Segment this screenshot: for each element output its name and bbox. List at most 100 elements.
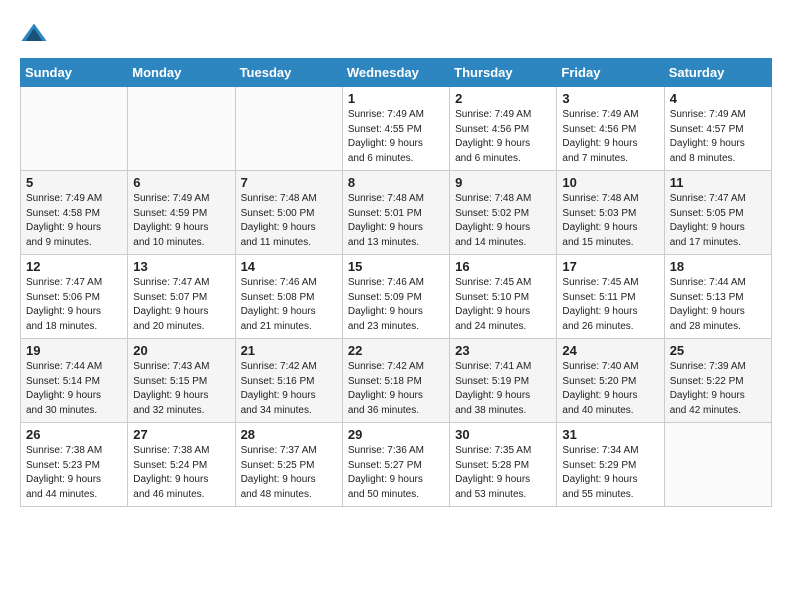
day-info: Sunrise: 7:37 AM Sunset: 5:25 PM Dayligh… [241, 444, 337, 502]
day-info: Sunrise: 7:47 AM Sunset: 5:06 PM Dayligh… [26, 276, 122, 334]
day-info: Sunrise: 7:46 AM Sunset: 5:08 PM Dayligh… [241, 276, 337, 334]
day-info: Sunrise: 7:49 AM Sunset: 4:56 PM Dayligh… [562, 108, 658, 166]
calendar-cell: 12Sunrise: 7:47 AM Sunset: 5:06 PM Dayli… [21, 255, 128, 339]
day-number: 7 [241, 175, 337, 190]
day-info: Sunrise: 7:48 AM Sunset: 5:02 PM Dayligh… [455, 192, 551, 250]
day-number: 17 [562, 259, 658, 274]
calendar-cell: 7 Sunrise: 7:48 AM Sunset: 5:00 PM Daylig… [235, 171, 342, 255]
day-info: Sunrise: 7:39 AM Sunset: 5:22 PM Dayligh… [670, 360, 766, 418]
weekday-header-wednesday: Wednesday [342, 59, 449, 87]
day-info: Sunrise: 7:48 AM Sunset: 5:00 PM Dayligh… [241, 192, 337, 250]
day-info: Sunrise: 7:48 AM Sunset: 5:03 PM Dayligh… [562, 192, 658, 250]
calendar-cell: 28 Sunrise: 7:37 AM Sunset: 5:25 PM Dayli… [235, 423, 342, 507]
day-info: Sunrise: 7:34 AM Sunset: 5:29 PM Dayligh… [562, 444, 658, 502]
calendar-cell: 26 Sunrise: 7:38 AM Sunset: 5:23 PM Dayli… [21, 423, 128, 507]
day-number: 28 [241, 427, 337, 442]
day-info: Sunrise: 7:40 AM Sunset: 5:20 PM Dayligh… [562, 360, 658, 418]
calendar-cell: 1 Sunrise: 7:49 AM Sunset: 4:55 PM Daylig… [342, 87, 449, 171]
day-number: 29 [348, 427, 444, 442]
day-number: 13 [133, 259, 229, 274]
weekday-header-sunday: Sunday [21, 59, 128, 87]
calendar-cell: 6 Sunrise: 7:49 AM Sunset: 4:59 PM Daylig… [128, 171, 235, 255]
day-number: 8 [348, 175, 444, 190]
logo-icon [20, 20, 48, 48]
calendar-cell: 18 Sunrise: 7:44 AM Sunset: 5:13 PM Dayli… [664, 255, 771, 339]
day-info: Sunrise: 7:49 AM Sunset: 4:58 PM Dayligh… [26, 192, 122, 250]
weekday-header-friday: Friday [557, 59, 664, 87]
day-number: 19 [26, 343, 122, 358]
calendar-cell: 24 Sunrise: 7:40 AM Sunset: 5:20 PM Dayli… [557, 339, 664, 423]
day-number: 6 [133, 175, 229, 190]
calendar-cell: 15 Sunrise: 7:46 AM Sunset: 5:09 PM Dayli… [342, 255, 449, 339]
day-info: Sunrise: 7:42 AM Sunset: 5:16 PM Dayligh… [241, 360, 337, 418]
calendar-cell: 19Sunrise: 7:44 AM Sunset: 5:14 PM Dayli… [21, 339, 128, 423]
logo [20, 20, 52, 48]
day-info: Sunrise: 7:48 AM Sunset: 5:01 PM Dayligh… [348, 192, 444, 250]
calendar-cell: 23Sunrise: 7:41 AM Sunset: 5:19 PM Dayli… [450, 339, 557, 423]
day-info: Sunrise: 7:47 AM Sunset: 5:05 PM Dayligh… [670, 192, 766, 250]
day-number: 21 [241, 343, 337, 358]
day-number: 15 [348, 259, 444, 274]
calendar-cell: 2 Sunrise: 7:49 AM Sunset: 4:56 PM Daylig… [450, 87, 557, 171]
weekday-header-saturday: Saturday [664, 59, 771, 87]
day-info: Sunrise: 7:38 AM Sunset: 5:23 PM Dayligh… [26, 444, 122, 502]
calendar-header: SundayMondayTuesdayWednesdayThursdayFrid… [21, 59, 772, 87]
day-number: 10 [562, 175, 658, 190]
page-header [20, 20, 772, 48]
day-number: 26 [26, 427, 122, 442]
day-number: 27 [133, 427, 229, 442]
calendar-cell: 31 Sunrise: 7:34 AM Sunset: 5:29 PM Dayli… [557, 423, 664, 507]
day-info: Sunrise: 7:36 AM Sunset: 5:27 PM Dayligh… [348, 444, 444, 502]
day-number: 25 [670, 343, 766, 358]
calendar-cell: 30 Sunrise: 7:35 AM Sunset: 5:28 PM Dayli… [450, 423, 557, 507]
calendar-cell [21, 87, 128, 171]
calendar-cell: 27 Sunrise: 7:38 AM Sunset: 5:24 PM Dayli… [128, 423, 235, 507]
day-number: 11 [670, 175, 766, 190]
calendar-cell [235, 87, 342, 171]
day-info: Sunrise: 7:47 AM Sunset: 5:07 PM Dayligh… [133, 276, 229, 334]
day-info: Sunrise: 7:35 AM Sunset: 5:28 PM Dayligh… [455, 444, 551, 502]
day-number: 30 [455, 427, 551, 442]
day-info: Sunrise: 7:42 AM Sunset: 5:18 PM Dayligh… [348, 360, 444, 418]
calendar-cell: 11 Sunrise: 7:47 AM Sunset: 5:05 PM Dayli… [664, 171, 771, 255]
weekday-header-tuesday: Tuesday [235, 59, 342, 87]
weekday-header-thursday: Thursday [450, 59, 557, 87]
day-number: 2 [455, 91, 551, 106]
calendar-cell: 17Sunrise: 7:45 AM Sunset: 5:11 PM Dayli… [557, 255, 664, 339]
calendar-cell [128, 87, 235, 171]
calendar-cell: 13 Sunrise: 7:47 AM Sunset: 5:07 PM Dayli… [128, 255, 235, 339]
day-number: 4 [670, 91, 766, 106]
day-number: 1 [348, 91, 444, 106]
day-info: Sunrise: 7:49 AM Sunset: 4:56 PM Dayligh… [455, 108, 551, 166]
day-number: 9 [455, 175, 551, 190]
day-number: 24 [562, 343, 658, 358]
day-number: 31 [562, 427, 658, 442]
day-number: 18 [670, 259, 766, 274]
calendar-table: SundayMondayTuesdayWednesdayThursdayFrid… [20, 58, 772, 507]
day-info: Sunrise: 7:38 AM Sunset: 5:24 PM Dayligh… [133, 444, 229, 502]
calendar-cell: 9 Sunrise: 7:48 AM Sunset: 5:02 PM Daylig… [450, 171, 557, 255]
day-number: 22 [348, 343, 444, 358]
day-info: Sunrise: 7:44 AM Sunset: 5:13 PM Dayligh… [670, 276, 766, 334]
calendar-cell: 3 Sunrise: 7:49 AM Sunset: 4:56 PM Daylig… [557, 87, 664, 171]
day-info: Sunrise: 7:49 AM Sunset: 4:55 PM Dayligh… [348, 108, 444, 166]
calendar-cell: 22 Sunrise: 7:42 AM Sunset: 5:18 PM Dayli… [342, 339, 449, 423]
calendar-cell [664, 423, 771, 507]
day-info: Sunrise: 7:46 AM Sunset: 5:09 PM Dayligh… [348, 276, 444, 334]
day-info: Sunrise: 7:49 AM Sunset: 4:57 PM Dayligh… [670, 108, 766, 166]
calendar-cell: 25 Sunrise: 7:39 AM Sunset: 5:22 PM Dayli… [664, 339, 771, 423]
day-number: 3 [562, 91, 658, 106]
day-number: 16 [455, 259, 551, 274]
calendar-cell: 21 Sunrise: 7:42 AM Sunset: 5:16 PM Dayli… [235, 339, 342, 423]
day-number: 20 [133, 343, 229, 358]
day-info: Sunrise: 7:43 AM Sunset: 5:15 PM Dayligh… [133, 360, 229, 418]
calendar-cell: 29 Sunrise: 7:36 AM Sunset: 5:27 PM Dayli… [342, 423, 449, 507]
day-info: Sunrise: 7:49 AM Sunset: 4:59 PM Dayligh… [133, 192, 229, 250]
day-info: Sunrise: 7:41 AM Sunset: 5:19 PM Dayligh… [455, 360, 551, 418]
calendar-cell: 14Sunrise: 7:46 AM Sunset: 5:08 PM Dayli… [235, 255, 342, 339]
calendar-cell: 10 Sunrise: 7:48 AM Sunset: 5:03 PM Dayli… [557, 171, 664, 255]
calendar-cell: 5Sunrise: 7:49 AM Sunset: 4:58 PM Daylig… [21, 171, 128, 255]
calendar-cell: 8 Sunrise: 7:48 AM Sunset: 5:01 PM Daylig… [342, 171, 449, 255]
weekday-header-monday: Monday [128, 59, 235, 87]
day-info: Sunrise: 7:45 AM Sunset: 5:10 PM Dayligh… [455, 276, 551, 334]
